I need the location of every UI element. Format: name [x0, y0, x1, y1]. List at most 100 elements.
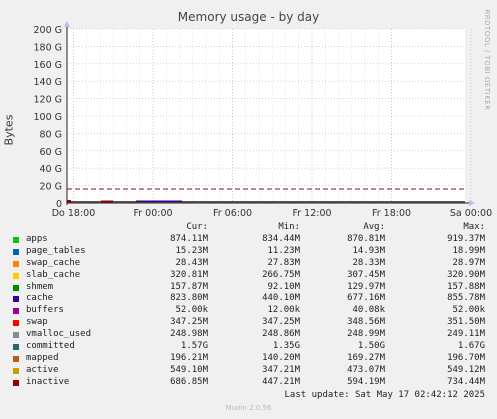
- header-max: Max:: [463, 222, 485, 232]
- legend-swatch-swap: [13, 320, 19, 327]
- legend-swatch-vmalloc_used: [13, 332, 19, 339]
- legend-min-vmalloc_used: 248.86M: [262, 329, 300, 340]
- legend-max-inactive: 734.44M: [447, 376, 485, 387]
- legend-item-shmem: shmem 157.87M 92.10M 129.97M 157.88M: [10, 282, 490, 294]
- y-tick-label: 80 G: [40, 129, 62, 140]
- legend-max-vmalloc_used: 249.11M: [447, 329, 485, 340]
- memory-chart: 020 G40 G60 G80 G100 G120 G140 G160 G180…: [33, 21, 492, 219]
- legend: Cur: Min: Avg: Max: apps 874.11M 834.44M 87…: [10, 222, 490, 389]
- y-tick-label: 20 G: [40, 182, 62, 193]
- legend-max-active: 549.12M: [447, 364, 485, 375]
- legend-cur-vmalloc_used: 248.98M: [170, 329, 208, 340]
- legend-name-shmem: shmem: [26, 281, 54, 292]
- legend-min-swap_cache: 27.83M: [267, 257, 300, 268]
- legend-name-committed: committed: [26, 341, 75, 352]
- legend-cur-inactive: 686.85M: [170, 376, 208, 387]
- legend-item-mapped: mapped 196.21M 140.20M 169.27M 196.70M: [10, 353, 490, 365]
- legend-name-mapped: mapped: [26, 352, 59, 363]
- legend-name-inactive: inactive: [26, 376, 70, 387]
- legend-swatch-apps: [13, 237, 19, 243]
- legend-swatch-slab_cache: [13, 272, 19, 279]
- trace-cache-early: [136, 200, 182, 202]
- legend-cur-swap: 347.25M: [170, 317, 208, 328]
- legend-min-committed: 1.35G: [272, 341, 300, 352]
- legend-min-swap: 347.25M: [262, 317, 300, 328]
- legend-max-swap_cache: 28.97M: [452, 257, 485, 268]
- legend-swatch-page_tables: [13, 248, 19, 255]
- legend-rows: apps 874.11M 834.44M 870.81M 919.37M page_tab…: [10, 234, 490, 389]
- legend-cur-shmem: 157.87M: [170, 281, 208, 292]
- y-tick-label: 120 G: [33, 95, 62, 106]
- legend-name-active: active: [26, 364, 59, 375]
- legend-item-inactive: inactive 686.85M 447.21M 594.19M 734.44M: [10, 377, 490, 389]
- legend-min-slab_cache: 266.75M: [262, 269, 300, 280]
- y-tick-label: 140 G: [33, 77, 62, 88]
- legend-min-mapped: 140.20M: [262, 352, 300, 363]
- legend-swatch-active: [13, 367, 19, 374]
- legend-avg-buffers: 40.08k: [352, 305, 385, 316]
- legend-avg-active: 473.07M: [347, 364, 385, 375]
- legend-min-cache: 440.10M: [262, 293, 300, 304]
- legend-max-cache: 855.78M: [447, 293, 485, 304]
- legend-name-swap_cache: swap_cache: [26, 257, 81, 268]
- legend-item-apps: apps 874.11M 834.44M 870.81M 919.37M: [10, 234, 490, 246]
- legend-avg-inactive: 594.19M: [347, 376, 385, 387]
- y-tick-label: 40 G: [40, 164, 62, 175]
- legend-cur-apps: 874.11M: [170, 234, 208, 244]
- legend-name-apps: apps: [26, 234, 48, 244]
- y-tick-label: 160 G: [33, 60, 62, 71]
- legend-cur-page_tables: 15.23M: [175, 245, 208, 256]
- x-tick-label: Fr 06:00: [213, 208, 252, 219]
- legend-max-page_tables: 18.99M: [452, 245, 485, 256]
- legend-min-inactive: 447.21M: [262, 376, 300, 387]
- legend-name-page_tables: page_tables: [26, 245, 86, 256]
- legend-cur-committed: 1.57G: [180, 341, 208, 352]
- legend-max-slab_cache: 320.90M: [447, 269, 485, 280]
- legend-cur-swap_cache: 28.43M: [175, 257, 208, 268]
- legend-max-buffers: 52.00k: [452, 305, 485, 316]
- legend-item-page_tables: page_tables 15.23M 11.23M 14.93M 18.99M: [10, 246, 490, 258]
- y-tick-label: 200 G: [33, 25, 62, 36]
- header-cur: Cur:: [186, 222, 208, 232]
- legend-cur-buffers: 52.00k: [175, 305, 208, 316]
- legend-max-swap: 351.50M: [447, 317, 485, 328]
- legend-avg-slab_cache: 307.45M: [347, 269, 385, 280]
- legend-swatch-cache: [13, 296, 19, 303]
- legend-name-slab_cache: slab_cache: [26, 269, 81, 280]
- legend-item-slab_cache: slab_cache 320.81M 266.75M 307.45M 320.90M: [10, 270, 490, 282]
- y-tick-label: 180 G: [33, 42, 62, 53]
- legend-swatch-shmem: [13, 284, 19, 291]
- header-min: Min:: [278, 222, 300, 232]
- legend-min-apps: 834.44M: [262, 234, 300, 244]
- legend-item-vmalloc_used: vmalloc_used 248.98M 248.86M 248.99M 249.11M: [10, 329, 490, 341]
- legend-swatch-mapped: [13, 355, 19, 362]
- legend-max-committed: 1.67G: [457, 341, 485, 352]
- legend-avg-page_tables: 14.93M: [352, 245, 385, 256]
- x-tick-label: Sa 00:00: [450, 208, 492, 219]
- x-tick-label: Do 18:00: [52, 208, 96, 219]
- legend-name-cache: cache: [26, 293, 54, 304]
- legend-max-apps: 919.37M: [447, 234, 485, 244]
- legend-max-mapped: 196.70M: [447, 352, 485, 363]
- legend-cur-slab_cache: 320.81M: [170, 269, 208, 280]
- x-tick-label: Fr 12:00: [292, 208, 331, 219]
- legend-avg-mapped: 169.27M: [347, 352, 385, 363]
- legend-min-active: 347.21M: [262, 364, 300, 375]
- legend-avg-swap_cache: 28.33M: [352, 257, 385, 268]
- header-avg: Avg:: [363, 222, 385, 232]
- legend-swatch-buffers: [13, 308, 19, 315]
- legend-item-committed: committed 1.57G 1.35G 1.50G 1.67G: [10, 341, 490, 353]
- legend-avg-cache: 677.16M: [347, 293, 385, 304]
- legend-avg-vmalloc_used: 248.99M: [347, 329, 385, 340]
- legend-item-swap: swap 347.25M 347.25M 348.56M 351.50M: [10, 317, 490, 329]
- trace-inactive-early: [101, 200, 113, 203]
- legend-cur-active: 549.10M: [170, 364, 208, 375]
- y-tick-label: 60 G: [40, 147, 62, 158]
- legend-name-buffers: buffers: [26, 305, 64, 316]
- legend-name-vmalloc_used: vmalloc_used: [26, 329, 92, 340]
- legend-cur-mapped: 196.21M: [170, 352, 208, 363]
- legend-item-cache: cache 823.80M 440.10M 677.16M 855.78M: [10, 293, 490, 305]
- legend-avg-swap: 348.56M: [347, 317, 385, 328]
- x-tick-label: Fr 00:00: [133, 208, 172, 219]
- legend-item-buffers: buffers 52.00k 12.00k 40.08k 52.00k: [10, 305, 490, 317]
